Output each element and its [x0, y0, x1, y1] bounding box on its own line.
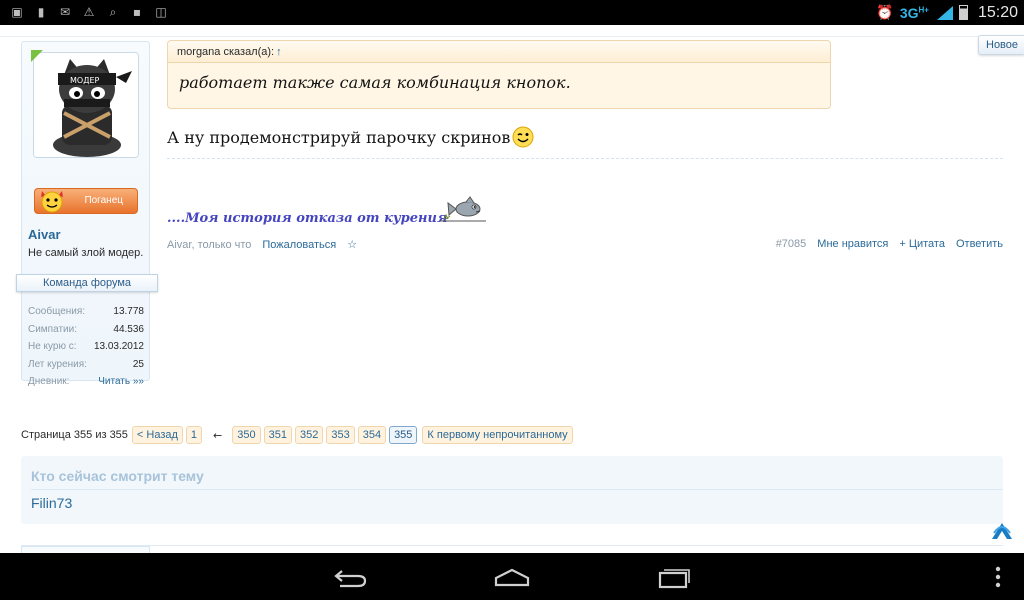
- jump-to-quote-icon[interactable]: ↑: [276, 46, 282, 58]
- user-title: Не самый злой модер.: [28, 247, 144, 259]
- notification-icons: ▣ ▮ ✉ ⚠ ⌕ ▪ ◫: [10, 4, 168, 20]
- next-member-card-edge: [21, 546, 150, 553]
- post-actions: #7085 Мне нравится + Цитата Ответить: [776, 238, 1003, 250]
- quote-link[interactable]: + Цитата: [899, 238, 945, 250]
- scroll-to-top-icon[interactable]: [990, 519, 1014, 541]
- prev-page-button[interactable]: < Назад: [131, 426, 183, 444]
- member-stats: Сообщения: 13.778 Симпатии: 44.536 Не курю…: [28, 306, 144, 394]
- quote-text: работает также самая комбинация кнопок.: [179, 73, 571, 92]
- post-footer: Aivar, только что Пожаловаться ☆ #7085 М…: [167, 238, 1003, 254]
- new-posts-button[interactable]: Новое: [978, 35, 1024, 55]
- signature-separator: [167, 158, 1003, 159]
- online-indicator: [31, 50, 43, 62]
- page-link[interactable]: 352: [294, 426, 324, 444]
- previous-post-edge: [0, 25, 1024, 37]
- post-message: А ну продемонстрируй парочку скринов: [167, 126, 534, 148]
- viewer-user-link[interactable]: Filin73: [31, 495, 72, 511]
- page-link-current[interactable]: 355: [389, 426, 418, 444]
- diary-link[interactable]: Читать »»: [98, 376, 144, 394]
- recent-apps-icon[interactable]: [656, 565, 692, 589]
- viewers-title: Кто сейчас смотрит тему: [31, 468, 204, 484]
- search-icon: ⌕: [109, 5, 117, 19]
- alarm-icon: ⏰: [876, 4, 894, 21]
- stat-row: Лет курения: 25: [28, 358, 144, 370]
- wink-smiley-icon: [512, 126, 534, 148]
- signal-icon: [935, 5, 953, 20]
- android-nav-bar: [0, 553, 1024, 600]
- system-indicators: ⏰ 3GH+ 15:20: [876, 0, 1018, 25]
- bookmark-star-icon[interactable]: ☆: [347, 238, 357, 251]
- gallery-icon: ▣: [11, 5, 23, 19]
- battery-icon: [958, 5, 968, 20]
- stat-row: Не курю с: 13.03.2012: [28, 341, 144, 353]
- network-type: 3GH+: [899, 4, 929, 21]
- first-unread-button[interactable]: К первому непрочитанному: [422, 426, 573, 444]
- next-post-edge: [21, 545, 1003, 553]
- stat-row: Дневник: Читать »»: [28, 376, 144, 394]
- pagination: Страница 355 из 355 < Назад 1 ← 350 351 …: [21, 426, 576, 444]
- page-label: Страница 355 из 355: [21, 429, 128, 441]
- page-link-first[interactable]: 1: [185, 426, 203, 444]
- lock-icon: ▪: [132, 5, 142, 19]
- post-number-link[interactable]: #7085: [776, 238, 807, 250]
- android-status-bar: ▣ ▮ ✉ ⚠ ⌕ ▪ ◫ ⏰ 3GH+ 15:20: [0, 0, 1024, 25]
- sim-icon: ▮: [37, 5, 45, 19]
- svg-text:МОДЕР: МОДЕР: [70, 76, 100, 85]
- reply-link[interactable]: Ответить: [956, 238, 1003, 250]
- quote-header: morgana сказал(а): ↑: [168, 41, 830, 63]
- username[interactable]: Aivar: [28, 227, 61, 242]
- viewers-divider: [31, 489, 1003, 490]
- forum-page: Новое МОДЕР Поганец Aivar Не самый злой …: [0, 25, 1024, 553]
- staff-banner: Команда форума: [16, 274, 158, 292]
- post-footer-left: Aivar, только что Пожаловаться ☆: [167, 238, 357, 251]
- back-icon[interactable]: [332, 565, 368, 589]
- home-icon[interactable]: [493, 566, 531, 588]
- page-jump-arrow-icon[interactable]: ←: [213, 429, 222, 442]
- devil-smiley-icon: [41, 191, 63, 213]
- stat-row: Симпатии: 44.536: [28, 323, 144, 335]
- post-author-time[interactable]: Aivar, только что: [167, 239, 251, 251]
- signature-link[interactable]: ....Моя история отказа от курения: [167, 211, 447, 226]
- viewers-block: Кто сейчас смотрит тему Filin73: [21, 456, 1003, 524]
- page-link[interactable]: 353: [326, 426, 355, 444]
- member-card: МОДЕР Поганец Aivar Не самый злой модер.: [16, 41, 158, 387]
- page-link[interactable]: 351: [263, 426, 292, 444]
- quote-block: morgana сказал(а): ↑ работает также самая…: [167, 40, 831, 109]
- message-text: А ну продемонстрируй парочку скринов: [167, 127, 511, 147]
- fish-smiley-icon: [440, 196, 486, 222]
- overflow-menu-icon[interactable]: [992, 565, 1004, 589]
- mail-icon: ✉: [59, 5, 71, 19]
- avatar[interactable]: МОДЕР: [33, 52, 139, 158]
- clock: 15:20: [977, 3, 1018, 21]
- warning-icon: ⚠: [83, 5, 95, 19]
- like-link[interactable]: Мне нравится: [817, 238, 888, 250]
- ninja-cat-avatar-icon: МОДЕР: [34, 53, 138, 157]
- report-link[interactable]: Пожаловаться: [262, 239, 336, 251]
- user-badge: Поганец: [34, 188, 138, 214]
- page-link[interactable]: 350: [232, 426, 261, 444]
- page-link[interactable]: 354: [357, 426, 387, 444]
- bag-icon: ◫: [155, 5, 167, 19]
- quote-author: morgana сказал(а):: [177, 46, 275, 58]
- stat-row: Сообщения: 13.778: [28, 306, 144, 317]
